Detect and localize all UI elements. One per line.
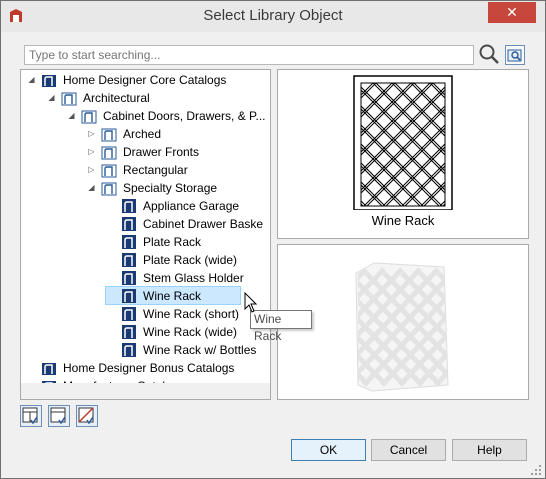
tree-item-label: Specialty Storage [123,181,218,195]
tree-item-label: Rectangular [123,163,188,177]
object-icon [122,199,136,213]
tree-item-label: Arched [123,127,162,141]
tree-item[interactable]: Plate Rack (wide) [107,251,270,269]
resize-grip-icon[interactable] [528,462,542,476]
tree-item[interactable]: ▷ Drawer Fronts [87,143,270,161]
catalog-icon [42,75,56,87]
expand-arrow-icon[interactable]: ▷ [87,143,96,161]
folder-icon [61,92,77,106]
tree-item[interactable]: ◢ Cabinet Doors, Drawers, & P... [67,107,270,125]
collapse-arrow-icon[interactable]: ◢ [27,71,36,89]
tree-item-label: Wine Rack [143,289,202,303]
tree-item[interactable]: Home Designer Bonus Catalogs [27,359,270,377]
search-icon[interactable] [478,43,500,65]
tree-item-label: Wine Rack (wide) [143,325,238,339]
collapse-arrow-icon[interactable]: ◢ [67,107,76,125]
view-plan-and-3d-button[interactable] [20,405,42,427]
tree-item-label: Architectural [83,91,150,105]
title-bar: Select Library Object ✕ [1,1,545,32]
select-library-object-dialog: Select Library Object ✕ ◢ Home Designer C… [0,0,546,479]
tree-item-label: Wine Rack w/ Bottles [143,343,257,357]
mouse-cursor-icon [244,292,257,313]
object-icon [122,307,136,321]
tree-item-label: Stem Glass Holder [143,271,244,285]
ok-button[interactable]: OK [291,439,366,461]
tree-item[interactable]: Wine Rack w/ Bottles [107,341,270,359]
tree-item[interactable]: ◢ Home Designer Core Catalogs [27,71,270,89]
tree-item-label: Cabinet Doors, Drawers, & P... [103,109,266,123]
tree-item-label: Plate Rack (wide) [143,253,238,267]
cancel-button[interactable]: Cancel [371,439,446,461]
view-3d-button[interactable] [76,405,98,427]
wine-rack-3d-image [355,262,449,392]
tree-item-label: Plate Rack [143,235,202,249]
tree-item-label: Wine Rack (short) [143,307,240,321]
tree-item[interactable]: Wine Rack (wide) [107,323,270,341]
tree-item[interactable]: Appliance Garage [107,197,270,215]
object-icon [122,325,136,339]
tree-item[interactable]: ▷ Arched [87,125,270,143]
tree-item[interactable]: Cabinet Drawer Baske [107,215,270,233]
window-title: Select Library Object [203,7,343,24]
folder-icon [101,164,117,178]
library-tree[interactable]: ◢ Home Designer Core Catalogs ◢ Architectur… [20,69,271,400]
object-icon [122,235,136,249]
tree-item-label: Appliance Garage [143,199,240,213]
plan-preview-pane: Wine Rack [277,69,529,239]
tree-item[interactable]: ◢ Architectural [47,89,270,107]
object-icon [122,253,136,267]
search-input[interactable] [24,45,474,65]
tree-item[interactable]: Stem Glass Holder [107,269,270,287]
catalog-icon [42,363,56,375]
folder-icon [101,146,117,160]
collapse-arrow-icon[interactable]: ◢ [87,179,96,197]
search-in-catalog-button[interactable] [505,45,525,65]
tree-item[interactable]: ▷ Rectangular [87,161,270,179]
view-plan-button[interactable] [48,405,70,427]
object-icon [122,271,136,285]
plan-3d-view-icon [22,407,38,425]
close-button[interactable]: ✕ [488,2,536,23]
expand-arrow-icon[interactable]: ▷ [87,161,96,179]
tree-horizontal-scrollbar[interactable] [21,383,270,399]
tree-item-label: Home Designer Core Catalogs [63,73,227,87]
folder-icon [101,182,117,196]
tree-item-label: Drawer Fronts [123,145,200,159]
object-icon [122,217,136,231]
wine-rack-plan-image [353,75,453,210]
folder-icon [81,110,97,124]
plan-view-icon [50,407,66,425]
expand-arrow-icon[interactable]: ▷ [87,125,96,143]
3d-view-icon [78,407,94,425]
3d-preview-pane [277,244,529,400]
tooltip: Wine Rack [250,310,312,343]
object-icon [122,343,136,357]
help-button[interactable]: Help [452,439,527,461]
tree-item-label: Home Designer Bonus Catalogs [63,361,235,375]
tree-item-label: Cabinet Drawer Baske [143,217,264,231]
preview-caption: Wine Rack [371,213,435,228]
object-icon [122,289,136,303]
search-folder-icon [507,49,522,62]
tree-item[interactable]: ◢ Specialty Storage [87,179,270,197]
collapse-arrow-icon[interactable]: ◢ [47,89,56,107]
tree-item[interactable]: Plate Rack [107,233,270,251]
folder-icon [101,128,117,142]
